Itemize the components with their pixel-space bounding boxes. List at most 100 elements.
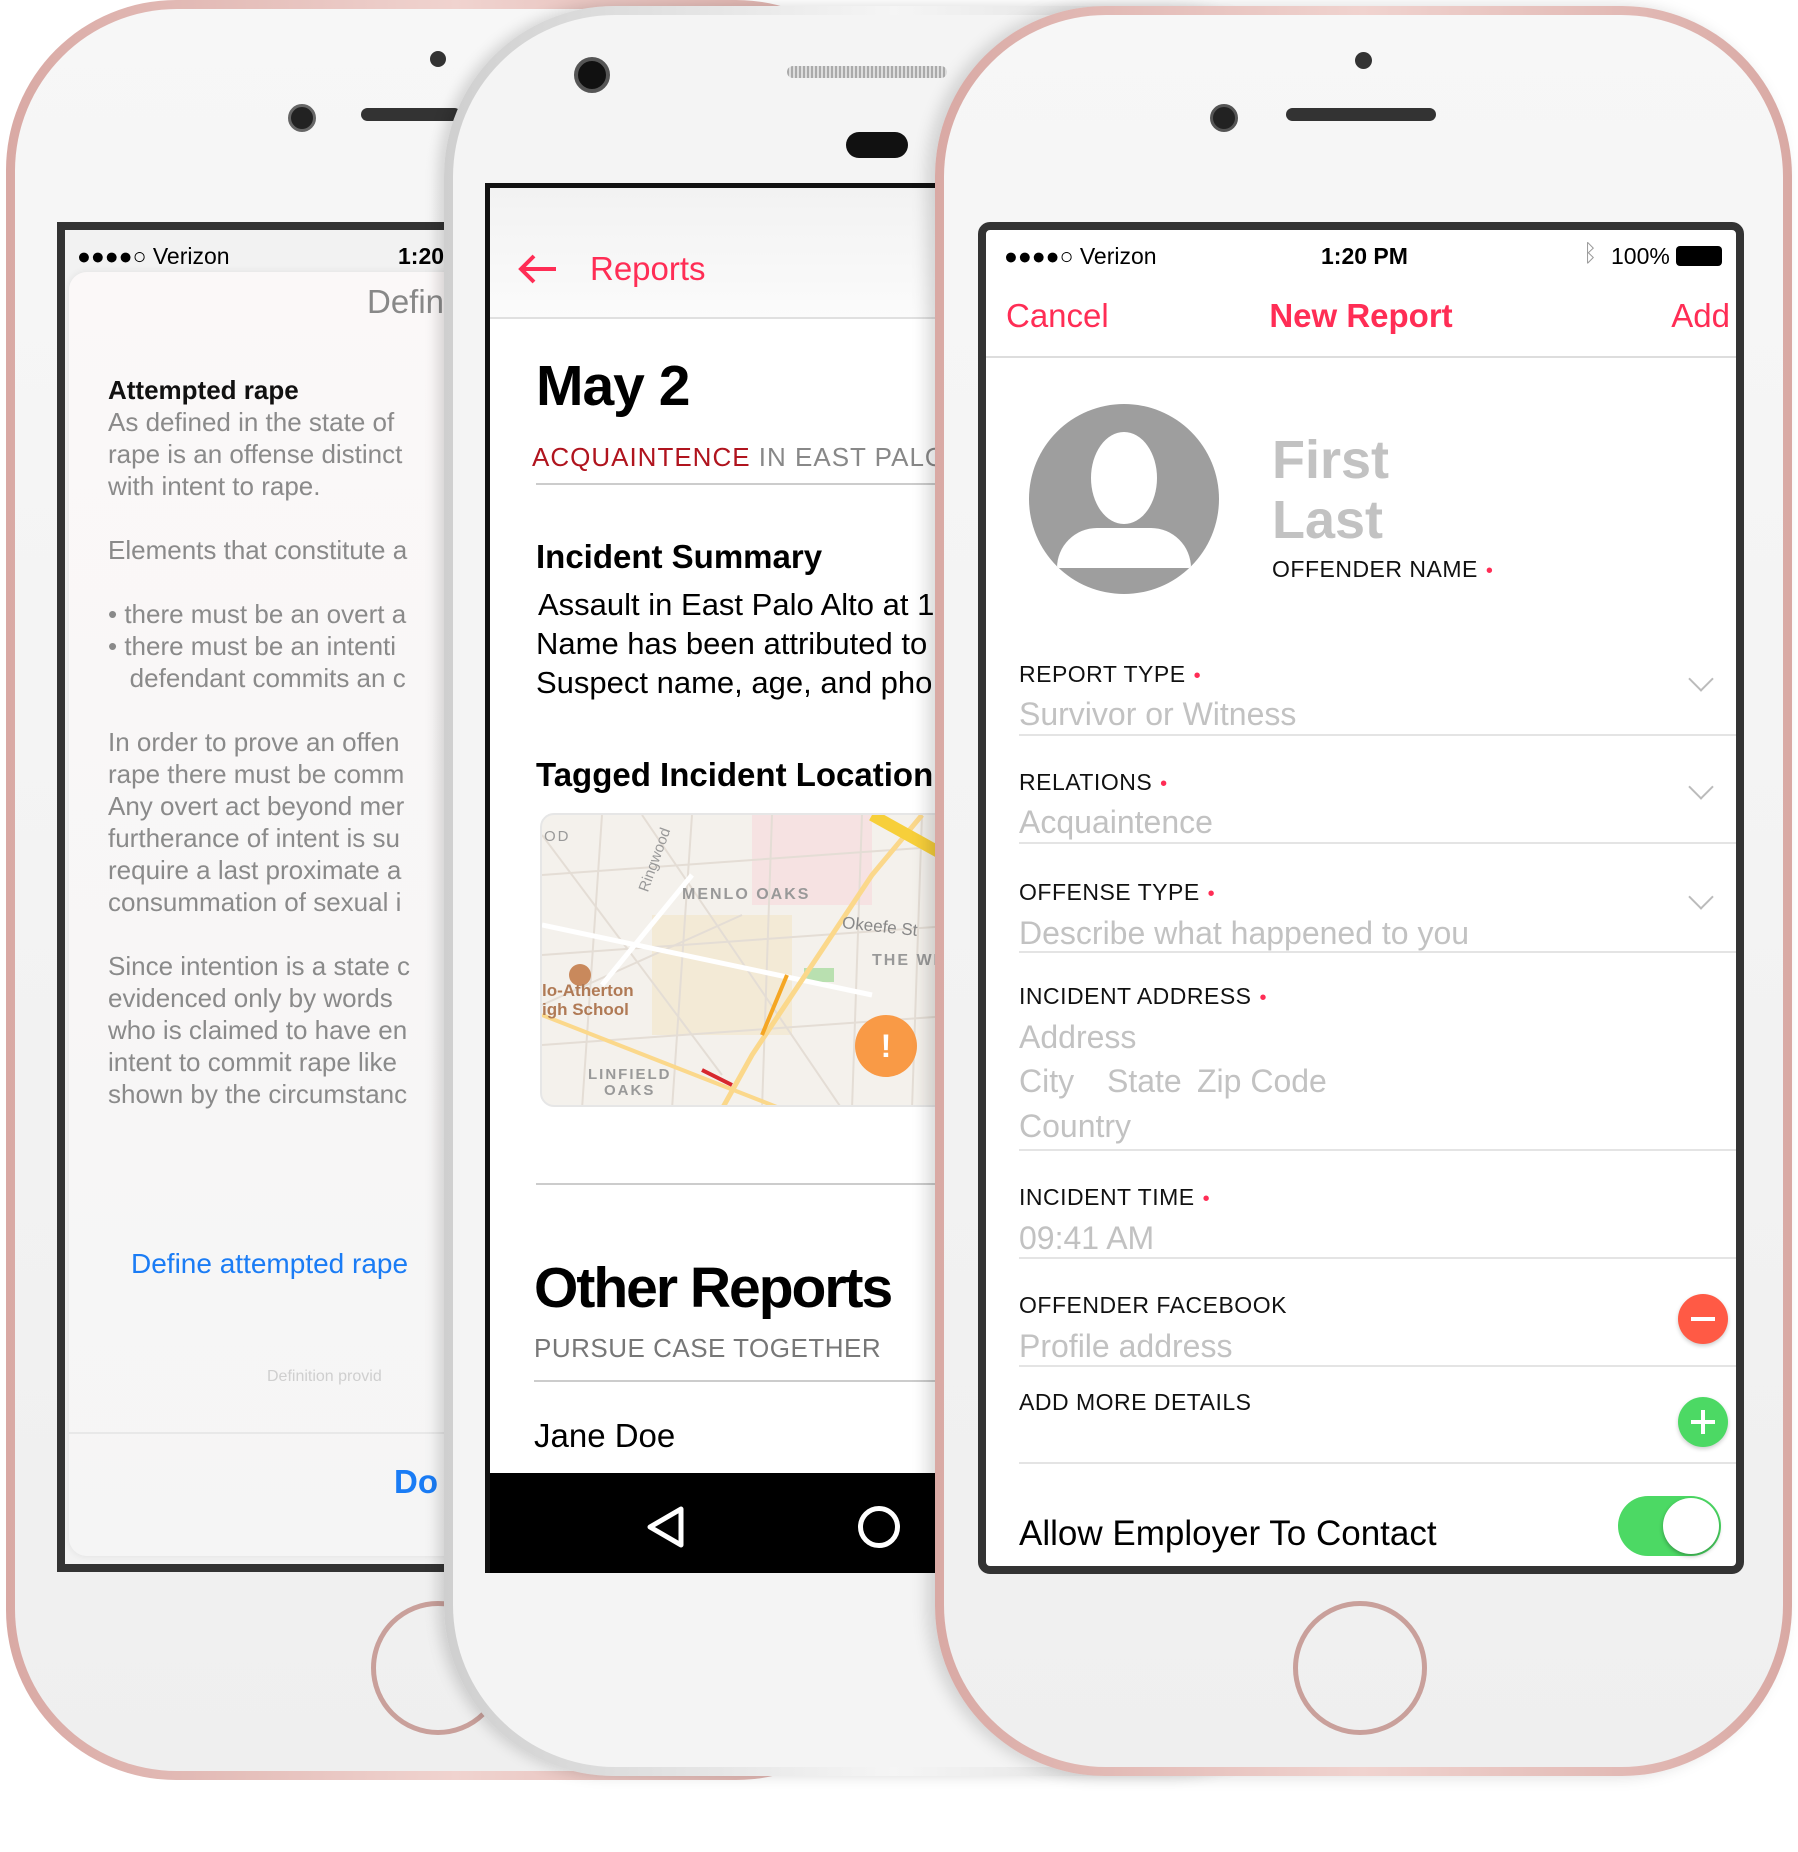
left-camera-icon [288, 104, 316, 132]
android-nav-bar [490, 1473, 945, 1573]
map-label: OAKS [604, 1082, 656, 1099]
allow-employer-toggle[interactable] [1618, 1496, 1721, 1556]
card-title: Defin [367, 283, 445, 320]
incident-time-input[interactable]: 09:41 AM [1019, 1218, 1154, 1258]
offender-name-label: OFFENDER NAME • [1272, 556, 1494, 582]
zip-input[interactable]: Zip Code [1197, 1061, 1327, 1101]
status-carrier: ●●●●○ Verizon [77, 243, 230, 269]
minus-icon [1691, 1317, 1715, 1321]
definition-line: As defined in the state of [108, 407, 395, 437]
battery-percent: 100% [1611, 243, 1670, 269]
relations-select[interactable]: Acquaintence [1019, 802, 1213, 842]
map-label: igh School [542, 1000, 629, 1019]
report-subtitle: ACQUAINTENCE IN EAST PALO [532, 437, 945, 477]
definition-line: require a last proximate a [108, 855, 402, 885]
left-screen: ●●●●○ Verizon 1:20 Defin Attempted rape … [57, 222, 457, 1572]
definition-paragraph: Since intention is a state c evidenced on… [108, 950, 457, 1110]
chevron-down-icon[interactable] [1688, 884, 1714, 910]
incident-address-label: INCIDENT ADDRESS • [1019, 983, 1268, 1009]
definition-line: rape is an offense distinct [108, 439, 403, 469]
add-more-details-label: ADD MORE DETAILS [1019, 1389, 1252, 1415]
offense-type-select[interactable]: Describe what happened to you [1019, 913, 1469, 953]
map-label: MENLO OAKS [682, 886, 811, 903]
report-type-select[interactable]: Survivor or Witness [1019, 694, 1296, 734]
definition-line: Since intention is a state c [108, 951, 411, 981]
definition-line: who is claimed to have en [108, 1015, 408, 1045]
right-speaker [1286, 108, 1436, 121]
summary-heading: Incident Summary [536, 538, 823, 575]
battery-icon [1676, 246, 1722, 266]
add-button[interactable]: Add [1671, 296, 1730, 336]
middle-sensor [846, 132, 908, 158]
address-input[interactable]: Address [1019, 1017, 1136, 1057]
toggle-knob [1663, 1498, 1719, 1554]
definition-line: intent to commit rape like [108, 1047, 398, 1077]
last-name-input[interactable]: Last [1272, 490, 1383, 550]
definition-paragraph: As defined in the state of rape is an off… [108, 406, 457, 502]
other-reports-subtitle: PURSUE CASE TOGETHER [534, 1333, 882, 1363]
add-field-button[interactable] [1678, 1397, 1728, 1447]
city-input[interactable]: City [1019, 1061, 1074, 1101]
middle-screen: Reports May 2 ACQUAINTENCE IN EAST PALO … [485, 183, 945, 1573]
state-input[interactable]: State [1107, 1061, 1182, 1101]
location-heading: Tagged Incident Location [536, 756, 934, 793]
definition-footnote: Definition provid [267, 1368, 382, 1385]
first-name-input[interactable]: First [1272, 430, 1389, 490]
offender-facebook-label: OFFENDER FACEBOOK [1019, 1292, 1287, 1318]
nav-home-icon[interactable] [858, 1506, 900, 1548]
relations-label: RELATIONS • [1019, 769, 1168, 795]
definition-line: • there must be an intenti [108, 631, 397, 661]
definition-line: • there must be an overt a [108, 599, 407, 629]
definition-line: rape there must be comm [108, 759, 405, 789]
definition-line: defendant commits an c [108, 663, 406, 693]
definition-paragraph: Elements that constitute a [108, 534, 457, 566]
allow-employer-label: Allow Employer To Contact [1019, 1514, 1437, 1553]
offense-type-label: OFFENSE TYPE • [1019, 879, 1216, 905]
middle-camera-icon [574, 57, 610, 93]
done-button[interactable]: Do [394, 1462, 438, 1502]
avatar[interactable] [1029, 404, 1219, 594]
definition-line: consummation of sexual i [108, 887, 402, 917]
nav-back-icon[interactable] [645, 1505, 687, 1549]
definition-line: shown by the circumstanc [108, 1079, 408, 1109]
relation-tag: ACQUAINTENCE [532, 442, 751, 472]
remove-field-button[interactable] [1678, 1294, 1728, 1344]
facebook-input[interactable]: Profile address [1019, 1326, 1232, 1366]
report-date: May 2 [536, 354, 690, 418]
report-list-item[interactable]: Jane Doe [534, 1416, 675, 1456]
status-time: 1:20 PM [1321, 243, 1408, 269]
left-top-dot [430, 51, 446, 67]
chevron-down-icon[interactable] [1688, 666, 1714, 692]
avatar-head [1091, 432, 1157, 524]
right-camera-icon [1210, 104, 1238, 132]
right-top-dot [1355, 52, 1372, 69]
define-link[interactable]: Define attempted rape [131, 1244, 408, 1284]
right-screen: ●●●●○ Verizon 1:20 PM ᛒ 100% Cancel New … [978, 222, 1744, 1574]
incident-time-label: INCIDENT TIME • [1019, 1184, 1211, 1210]
map-label: OD [544, 828, 571, 845]
status-carrier: ●●●●○ Verizon [1004, 243, 1157, 269]
map-label: THE WI [872, 952, 940, 969]
definition-line: with intent to rape. [108, 471, 321, 501]
nav-title: New Report [1269, 297, 1453, 334]
reports-back-label[interactable]: Reports [590, 249, 706, 289]
left-speaker [361, 108, 461, 121]
back-arrow-icon[interactable] [518, 253, 558, 285]
other-reports-heading: Other Reports [534, 1256, 893, 1320]
report-type-label: REPORT TYPE • [1019, 661, 1202, 687]
avatar-body [1057, 528, 1191, 568]
definition-line: Elements that constitute a [108, 535, 408, 565]
summary-line: Name has been attributed to [536, 626, 928, 661]
chevron-down-icon[interactable] [1688, 774, 1714, 800]
country-input[interactable]: Country [1019, 1106, 1131, 1146]
definition-card: Defin Attempted rape As defined in the s… [69, 272, 457, 1556]
definition-line: evidenced only by words [108, 983, 393, 1013]
definition-line: Any overt act beyond mer [108, 791, 405, 821]
incident-map[interactable]: OD Ringwood MENLO OAKS Okeefe St THE WI … [540, 813, 945, 1107]
incident-pin-icon[interactable]: ! [855, 1015, 917, 1077]
bluetooth-icon: ᛒ [1583, 240, 1598, 267]
definition-paragraph: • there must be an overt a • there must b… [108, 598, 457, 694]
right-home-button[interactable] [1293, 1601, 1427, 1735]
summary-line: Suspect name, age, and pho [536, 665, 933, 700]
definition-body: As defined in the state of rape is an off… [108, 406, 457, 1142]
